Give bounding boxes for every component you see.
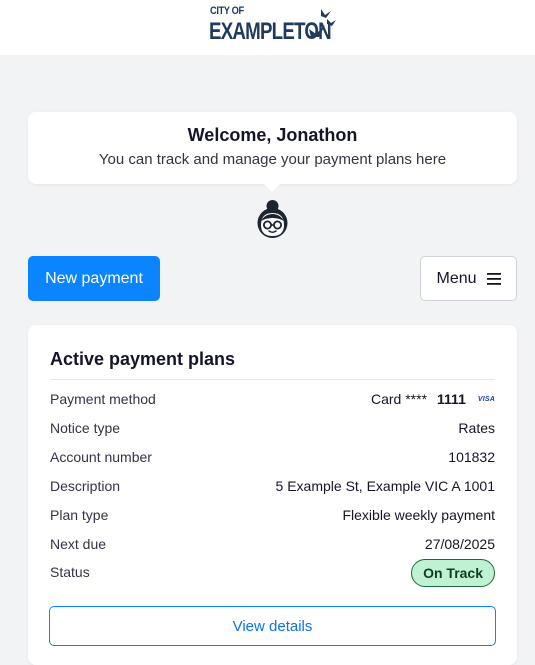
card-prefix: Card ****: [371, 391, 428, 407]
notice-type-value: Rates: [458, 420, 495, 436]
hamburger-icon: [486, 272, 501, 285]
plans-title: Active payment plans: [50, 349, 236, 369]
speech-bubble-tail: [263, 183, 281, 192]
row-payment-method: Payment method Card **** 1111 VISA: [50, 391, 495, 413]
account-number-label: Account number: [50, 449, 152, 465]
view-details-button[interactable]: View details: [49, 606, 496, 646]
row-account-number: Account number 101832: [50, 449, 495, 471]
payment-method-value: Card **** 1111 VISA: [371, 391, 495, 407]
payment-method-label: Payment method: [50, 391, 156, 407]
birds-icon: [309, 9, 336, 37]
card-last4: 1111: [437, 391, 466, 407]
next-due-label: Next due: [50, 536, 107, 552]
menu-button[interactable]: Menu: [420, 256, 517, 301]
app-header: CITY OF EXAMPLETON: [0, 0, 535, 55]
row-plan-type: Plan type Flexible weekly payment: [50, 507, 495, 529]
plan-type-value: Flexible weekly payment: [342, 507, 495, 523]
next-due-value: 27/08/2025: [424, 536, 495, 552]
plan-type-label: Plan type: [50, 507, 109, 523]
row-description: Description 5 Example St, Example VIC A …: [50, 478, 495, 500]
status-label: Status: [50, 564, 90, 580]
description-value: 5 Example St, Example VIC A 1001: [275, 478, 495, 494]
menu-button-label: Menu: [436, 269, 477, 287]
assistant-avatar-icon: [257, 200, 288, 238]
row-next-due: Next due 27/08/2025: [50, 536, 495, 558]
account-number-value: 101832: [448, 449, 495, 465]
plans-divider: [50, 379, 495, 380]
welcome-subtitle: You can track and manage your payment pl…: [98, 151, 447, 168]
welcome-title: Welcome, Jonathon: [187, 125, 358, 145]
logo-line1: CITY OF: [210, 5, 244, 17]
active-plans-card: Active payment plans Payment method Card…: [28, 325, 517, 665]
notice-type-label: Notice type: [50, 420, 121, 436]
welcome-card: Welcome, Jonathon You can track and mana…: [28, 112, 517, 184]
status-badge: On Track: [411, 559, 495, 587]
description-label: Description: [50, 478, 121, 494]
visa-logo-icon: VISA: [477, 395, 495, 403]
new-payment-button[interactable]: New payment: [28, 256, 160, 301]
row-notice-type: Notice type Rates: [50, 420, 495, 442]
row-status: Status On Track: [50, 559, 495, 587]
city-logo[interactable]: CITY OF EXAMPLETON: [209, 5, 339, 47]
